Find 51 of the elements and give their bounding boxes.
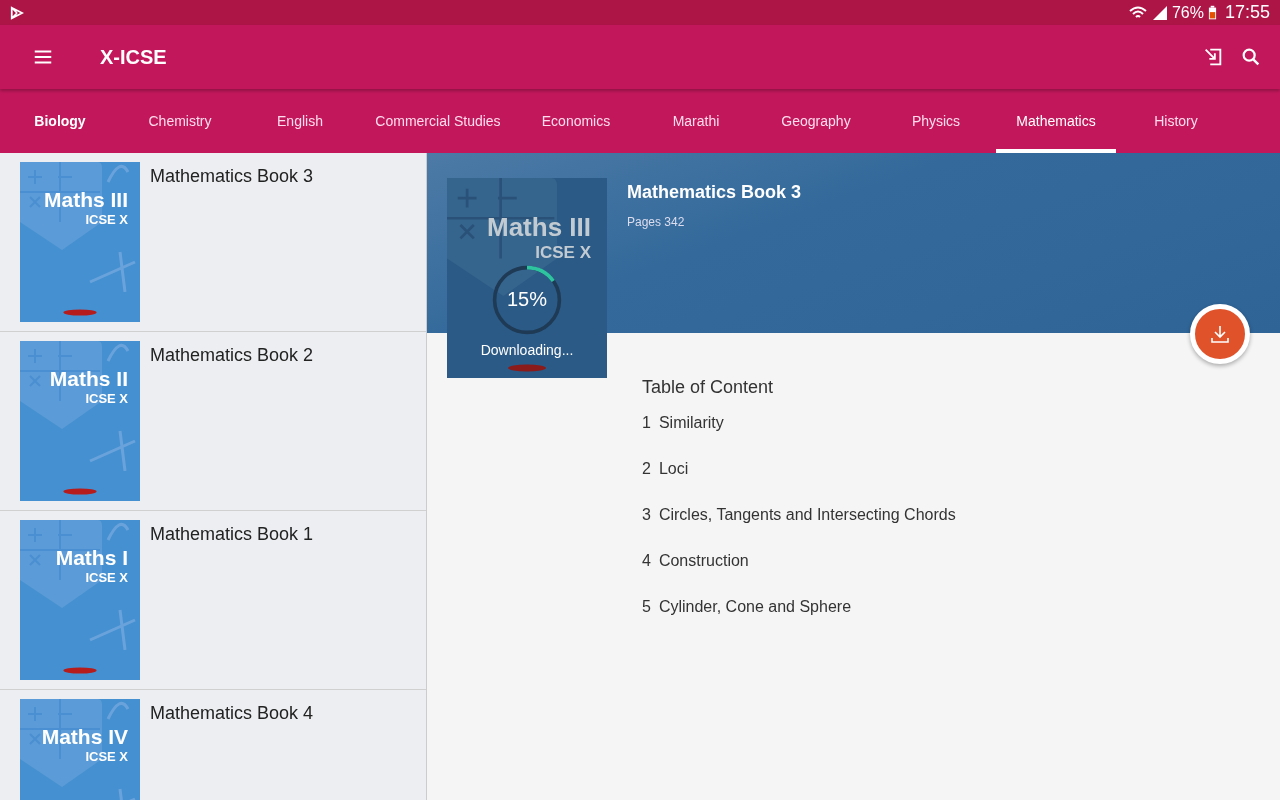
cover-subtitle: ICSE X <box>85 570 128 585</box>
subject-tab[interactable]: Economics <box>516 89 636 153</box>
subject-tab[interactable]: History <box>1116 89 1236 153</box>
book-list-item[interactable]: Maths III ICSE X Mathematics Book 3 <box>0 153 426 332</box>
book-list-item[interactable]: Maths I ICSE X Mathematics Book 1 <box>0 511 426 690</box>
book-title: Mathematics Book 2 <box>150 345 314 366</box>
cover-subtitle: ICSE X <box>85 749 128 764</box>
cover-title: Maths II <box>49 367 128 391</box>
cover-title: Maths IV <box>41 725 128 749</box>
publisher-logo-icon <box>62 309 98 316</box>
cover-subtitle: ICSE X <box>535 243 591 263</box>
book-list-item[interactable]: Maths IV ICSE X Mathematics Book 4 <box>0 690 426 800</box>
cover-title: Maths III <box>487 212 591 243</box>
book-list-item[interactable]: Maths II ICSE X Mathematics Book 2 <box>0 332 426 511</box>
chapter-item[interactable]: 4 Construction <box>642 552 956 598</box>
exit-icon <box>1202 46 1224 68</box>
chapter-item[interactable]: 3 Circles, Tangents and Intersecting Chords <box>642 506 956 552</box>
battery-percent: 76% <box>1171 3 1204 22</box>
search-icon <box>1240 46 1262 68</box>
book-title: Mathematics Book 3 <box>627 182 802 203</box>
subject-tab[interactable]: Marathi <box>636 89 756 153</box>
page-count: Pages 342 <box>627 215 686 229</box>
play-store-icon <box>10 5 24 20</box>
publisher-logo-icon <box>62 488 98 495</box>
book-title: Mathematics Book 1 <box>150 524 314 545</box>
publisher-logo-icon <box>62 667 98 674</box>
toc-heading: Table of Content <box>642 377 775 398</box>
book-title: Mathematics Book 4 <box>150 703 314 724</box>
publisher-logo-icon <box>505 364 549 372</box>
progress-percent: 15% <box>506 288 548 311</box>
cover-subtitle: ICSE X <box>85 212 128 227</box>
subject-tab[interactable]: Chemistry <box>120 89 240 153</box>
chapter-item[interactable]: 2 Loci <box>642 460 956 506</box>
download-button[interactable] <box>1190 304 1250 364</box>
subject-tab[interactable]: Commercial Studies <box>360 89 516 153</box>
subject-tab[interactable]: Biology <box>0 89 120 153</box>
cover-subtitle: ICSE X <box>85 391 128 406</box>
chapter-item[interactable]: 5 Cylinder, Cone and Sphere <box>642 598 956 644</box>
app-title: X-ICSE <box>100 45 167 69</box>
cover-title: Maths I <box>55 546 128 570</box>
subject-tab[interactable]: Geography <box>756 89 876 153</box>
subject-tab[interactable]: Physics <box>876 89 996 153</box>
subject-tab[interactable]: English <box>240 89 360 153</box>
signal-icon <box>1151 4 1168 21</box>
download-status: Downloading... <box>479 342 575 358</box>
clock: 17:55 <box>1224 2 1270 23</box>
book-title: Mathematics Book 3 <box>150 166 314 187</box>
battery-icon <box>1207 4 1217 21</box>
progress-ring <box>491 264 563 336</box>
cover-title: Maths III <box>44 188 128 212</box>
chapter-item[interactable]: 1 Similarity <box>642 414 956 460</box>
